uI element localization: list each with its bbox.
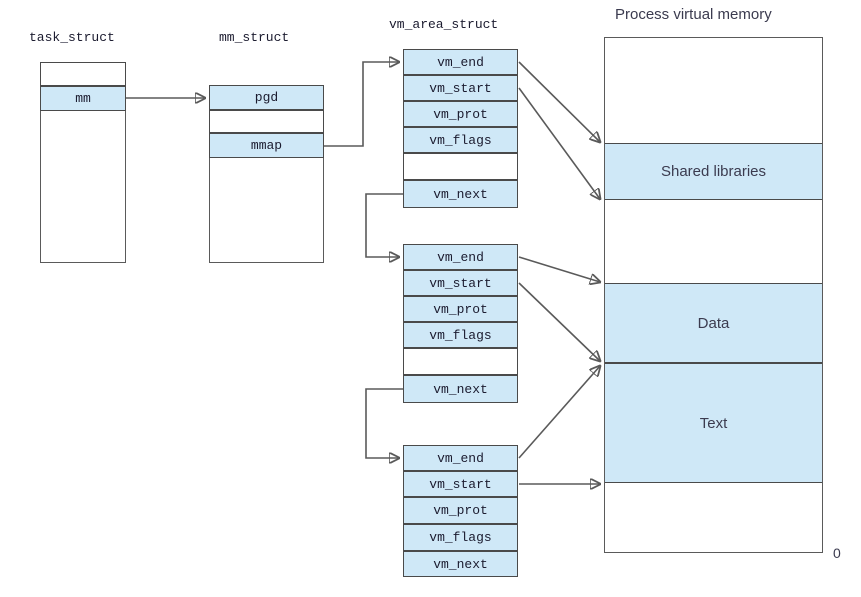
vma2-field-vm-flags: vm_flags — [403, 322, 518, 348]
memory-segment-data: Data — [605, 283, 822, 363]
mm-struct-title: mm_struct — [219, 30, 290, 45]
vma1-field-vm-prot: vm_prot — [403, 101, 518, 127]
wire-vma1-next-to-vma2 — [365, 193, 403, 257]
wire-vma1-end-to-shared-libraries-top — [518, 61, 600, 142]
vma3-field-vm-start: vm_start — [403, 471, 518, 497]
memory-bottom-address-label: 0 — [833, 545, 841, 561]
wire-vma2-next-to-vma3 — [365, 388, 403, 458]
task-struct-field-0 — [40, 62, 126, 86]
wire-vma2-end-to-data-top — [518, 256, 600, 282]
vma3-field-vm-end: vm_end — [403, 445, 518, 471]
mm-struct-field-mmap: mmap — [209, 133, 324, 158]
diagram-canvas: task_struct mm_struct vm_area_struct Pro… — [0, 0, 861, 597]
vma2-field-blank — [403, 348, 518, 375]
vma1-field-vm-start: vm_start — [403, 75, 518, 101]
process-virtual-memory-title: Process virtual memory — [615, 6, 772, 23]
task-struct-title: task_struct — [29, 30, 115, 45]
vma2-field-vm-prot: vm_prot — [403, 296, 518, 322]
vma2-field-vm-end: vm_end — [403, 244, 518, 270]
vma3-field-vm-next: vm_next — [403, 551, 518, 577]
mm-struct-field-pgd: pgd — [209, 85, 324, 110]
vma1-field-vm-flags: vm_flags — [403, 127, 518, 153]
mm-struct-field-1 — [209, 110, 324, 133]
wire-mmap-to-vma1 — [324, 62, 399, 147]
vma3-field-vm-flags: vm_flags — [403, 524, 518, 551]
wire-vma3-end-to-text-top — [518, 366, 600, 459]
wire-vma1-start-to-shared-libraries-bottom — [518, 87, 600, 199]
vm-area-struct-title: vm_area_struct — [389, 17, 499, 32]
memory-segment-shared-libraries: Shared libraries — [605, 143, 822, 200]
vma1-field-blank — [403, 153, 518, 180]
task-struct-field-mm: mm — [40, 86, 126, 111]
memory-segment-text: Text — [605, 363, 822, 483]
vma2-field-vm-next: vm_next — [403, 375, 518, 403]
wire-vma2-start-to-data-bottom — [518, 282, 600, 361]
vma3-field-vm-prot: vm_prot — [403, 497, 518, 524]
vma1-field-vm-next: vm_next — [403, 180, 518, 208]
vma2-field-vm-start: vm_start — [403, 270, 518, 296]
vma1-field-vm-end: vm_end — [403, 49, 518, 75]
